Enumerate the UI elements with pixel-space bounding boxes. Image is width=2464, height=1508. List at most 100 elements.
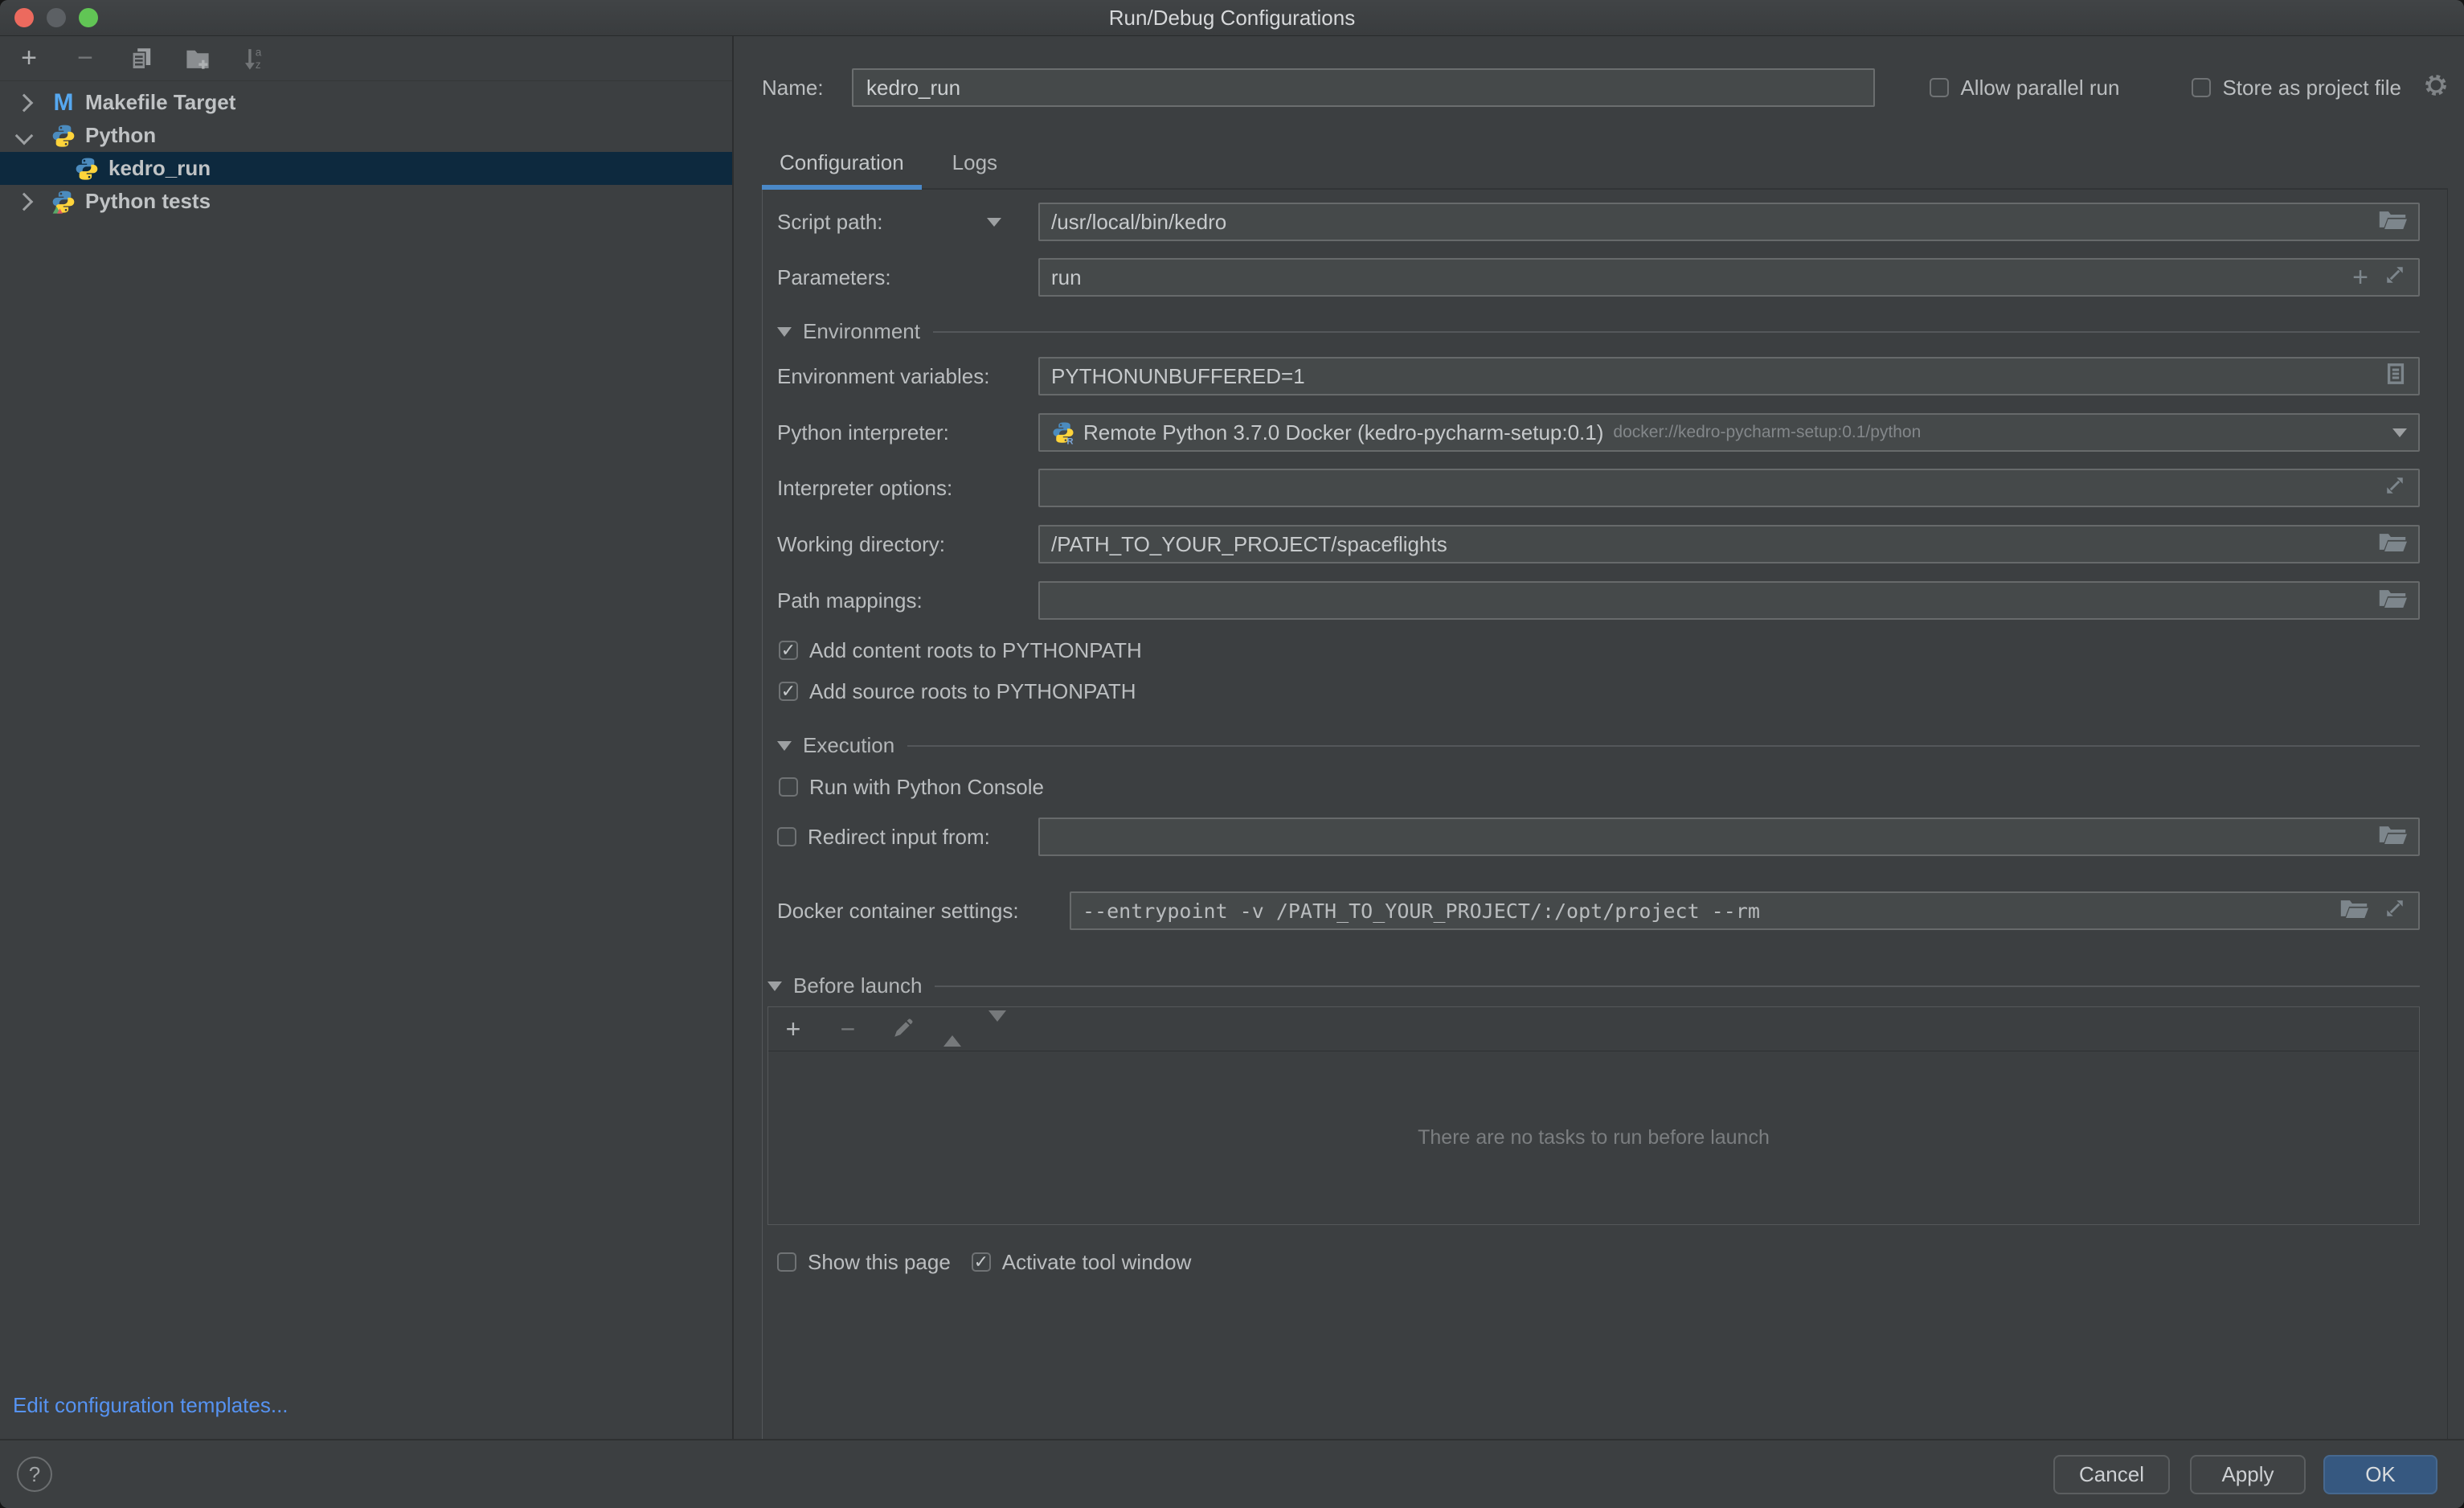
store-as-project-file-option[interactable]: Store as project file [2192,73,2448,103]
svg-text:z: z [256,58,261,70]
activate-tool-window-checkbox[interactable] [972,1252,991,1272]
browse-folder-icon[interactable] [2339,896,2368,925]
configurations-tree: M Makefile Target Python kedro_run [0,81,732,218]
activate-tool-window-option[interactable]: Activate tool window [972,1246,1192,1278]
chevron-right-icon[interactable] [15,192,34,211]
zoom-window-button[interactable] [79,8,98,27]
tree-item-makefile-target[interactable]: M Makefile Target [0,86,732,119]
minimize-window-button [47,8,66,27]
environment-variables-input[interactable]: PYTHONUNBUFFERED=1 [1038,357,2420,395]
execution-section-header[interactable]: Execution [777,733,2420,758]
path-mappings-label: Path mappings: [777,588,923,613]
remove-configuration-icon[interactable]: − [69,43,101,75]
add-content-roots-checkbox[interactable] [779,641,798,660]
close-window-button[interactable] [14,8,34,27]
chevron-down-icon[interactable] [15,126,34,145]
working-directory-input[interactable]: /PATH_TO_YOUR_PROJECT/spaceflights [1038,525,2420,563]
configuration-tabs: Configuration Logs [762,141,2448,190]
collapse-triangle-icon[interactable] [777,327,792,337]
store-as-project-file-checkbox[interactable] [2192,78,2211,97]
show-this-page-option[interactable]: Show this page [777,1246,951,1278]
show-this-page-checkbox[interactable] [777,1252,796,1272]
add-source-roots-checkbox[interactable] [779,682,798,701]
python-interpreter-select[interactable]: R Remote Python 3.7.0 Docker (kedro-pych… [1038,413,2420,452]
add-content-roots-option[interactable]: Add content roots to PYTHONPATH [779,634,2420,666]
apply-button[interactable]: Apply [2190,1455,2306,1494]
tab-configuration[interactable]: Configuration [762,141,922,188]
script-path-row: Script path: /usr/local/bin/kedro [777,203,2420,241]
script-path-input[interactable]: /usr/local/bin/kedro [1038,203,2420,241]
allow-parallel-run-option[interactable]: Allow parallel run [1930,76,2119,100]
allow-parallel-run-checkbox[interactable] [1930,78,1949,97]
page-options-row: Show this page Activate tool window [777,1246,2420,1278]
interpreter-options-label: Interpreter options: [777,476,952,501]
copy-configuration-icon[interactable] [125,43,158,75]
run-debug-configurations-dialog: Run/Debug Configurations + − az [0,0,2464,1508]
docker-container-settings-input[interactable]: --entrypoint -v /PATH_TO_YOUR_PROJECT/:/… [1070,891,2420,930]
move-task-up-icon[interactable] [943,1022,961,1036]
edit-task-icon[interactable] [889,1015,916,1043]
collapse-triangle-icon[interactable] [767,981,782,991]
path-mappings-input[interactable] [1038,581,2420,620]
browse-folder-icon[interactable] [2378,822,2407,852]
tree-item-kedro-run[interactable]: kedro_run [0,152,732,185]
before-launch-toolbar: + − [768,1007,2419,1051]
parameters-label: Parameters: [777,265,891,290]
edit-variables-icon[interactable] [2384,363,2407,391]
sort-configurations-icon[interactable]: az [238,43,270,75]
execution-section-title: Execution [803,733,894,758]
script-path-label: Script path: [777,210,883,235]
interpreter-options-input[interactable] [1038,469,2420,507]
gear-icon[interactable] [2424,73,2448,103]
run-with-python-console-option[interactable]: Run with Python Console [779,771,2420,803]
sidebar-toolbar: + − az [0,36,732,81]
activate-tool-window-label: Activate tool window [1002,1250,1192,1275]
browse-folder-icon[interactable] [2378,586,2407,616]
redirect-input-input[interactable] [1038,818,2420,856]
parameters-input[interactable]: run + [1038,258,2420,297]
environment-variables-row: Environment variables: PYTHONUNBUFFERED=… [777,357,2420,395]
makefile-icon: M [50,89,77,117]
name-input[interactable]: kedro_run [852,68,1875,107]
path-mappings-row: Path mappings: [777,581,2420,620]
tree-item-python[interactable]: Python [0,119,732,152]
run-with-python-console-checkbox[interactable] [779,777,798,797]
python-interpreter-label: Python interpreter: [777,420,949,445]
add-configuration-icon[interactable]: + [13,43,45,75]
before-launch-empty-text: There are no tasks to run before launch [768,1051,2419,1224]
add-task-icon[interactable]: + [780,1015,807,1043]
chevron-right-icon[interactable] [15,93,34,112]
configurations-sidebar: + − az M Makefile Target [0,36,734,1439]
interpreter-options-row: Interpreter options: [777,469,2420,507]
move-task-down-icon[interactable] [988,1022,1006,1036]
target-type-dropdown-icon[interactable] [987,218,1001,227]
help-button[interactable]: ? [17,1457,52,1492]
tree-item-python-tests[interactable]: Python tests [0,185,732,218]
collapse-triangle-icon[interactable] [777,741,792,751]
tab-logs[interactable]: Logs [935,141,1015,188]
remove-task-icon[interactable]: − [834,1015,862,1043]
browse-folder-icon[interactable] [2378,207,2407,237]
before-launch-section-header[interactable]: Before launch [767,973,2420,998]
tree-item-label: Python [85,123,156,148]
edit-configuration-templates-link[interactable]: Edit configuration templates... [13,1393,732,1418]
cancel-button[interactable]: Cancel [2053,1455,2170,1494]
svg-text:R: R [1066,436,1073,445]
python-tests-icon [50,188,77,215]
add-source-roots-option[interactable]: Add source roots to PYTHONPATH [779,675,2420,707]
redirect-input-checkbox[interactable] [777,827,796,846]
interpreter-dropdown-icon[interactable] [2392,428,2407,437]
browse-folder-icon[interactable] [2378,530,2407,559]
docker-container-settings-label: Docker container settings: [777,899,1019,924]
expand-field-icon[interactable] [2383,473,2407,503]
ok-button[interactable]: OK [2323,1455,2437,1494]
traffic-lights [14,8,98,27]
store-as-project-file-label: Store as project file [2222,76,2401,100]
python-icon [50,122,77,150]
expand-field-icon[interactable] [2383,896,2407,925]
add-content-roots-label: Add content roots to PYTHONPATH [809,638,1142,663]
insert-macro-icon[interactable]: + [2352,264,2368,291]
environment-section-header[interactable]: Environment [777,319,2420,344]
save-configuration-icon[interactable] [182,43,214,75]
expand-field-icon[interactable] [2383,263,2407,293]
